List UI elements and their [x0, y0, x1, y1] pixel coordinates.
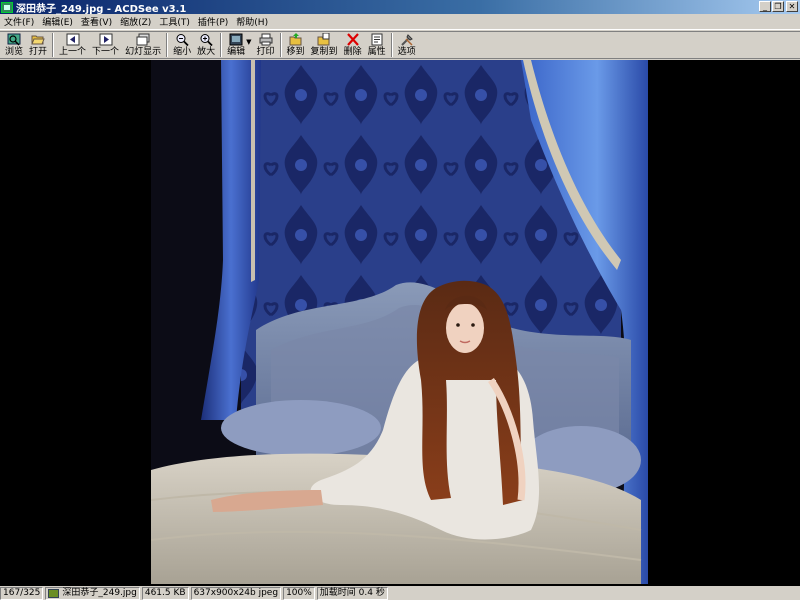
options-button[interactable]: 选项 [395, 32, 419, 58]
open-button[interactable]: 打开 [26, 32, 50, 58]
close-button[interactable]: ✕ [786, 1, 798, 12]
status-bar: 167/325 深田恭子_249.jpg 461.5 KB 637x900x24… [0, 586, 800, 600]
printer-icon [259, 33, 273, 46]
next-button[interactable]: 下一个 [89, 32, 122, 58]
browse-button[interactable]: 浏览 [2, 32, 26, 58]
edit-button[interactable]: 编辑 [224, 32, 248, 58]
minimize-button[interactable]: _ [759, 1, 771, 12]
status-position: 167/325 [0, 586, 44, 600]
edit-image-icon [229, 33, 243, 46]
copy-to-icon [317, 33, 330, 46]
next-label: 下一个 [92, 47, 120, 57]
status-filename-cell: 深田恭子_249.jpg [45, 586, 140, 600]
move-to-label: 移到 [286, 47, 305, 57]
properties-button[interactable]: 属性 [365, 32, 389, 58]
toolbar: 浏览 打开 上一个 下一个 幻灯显示 缩小 放大 编辑 ▼ 打印 移到 复制到 … [0, 31, 800, 59]
next-icon [99, 33, 113, 46]
menu-file[interactable]: 文件(F) [0, 15, 38, 28]
delete-button[interactable]: 删除 [341, 32, 365, 58]
acdsee-window: 深田恭子_249.jpg - ACDSee v3.1 _ ❐ ✕ 文件(F) 编… [0, 0, 800, 600]
browse-icon [7, 33, 21, 46]
slideshow-label: 幻灯显示 [125, 47, 162, 57]
print-label: 打印 [256, 47, 275, 57]
displayed-photo [151, 60, 648, 584]
edit-label: 编辑 [227, 47, 246, 57]
image-viewer[interactable] [0, 60, 800, 586]
previous-button[interactable]: 上一个 [56, 32, 89, 58]
previous-icon [66, 33, 80, 46]
slideshow-button[interactable]: 幻灯显示 [122, 32, 164, 58]
window-title: 深田恭子_249.jpg - ACDSee v3.1 [16, 3, 187, 15]
zoom-in-button[interactable]: 放大 [194, 32, 218, 58]
edit-dropdown-arrow-icon[interactable]: ▼ [246, 38, 251, 46]
status-zoom: 100% [283, 586, 315, 600]
window-controls: _ ❐ ✕ [758, 1, 798, 12]
delete-icon [346, 33, 359, 46]
toolbar-separator [166, 33, 169, 57]
menu-plugins[interactable]: 插件(P) [194, 15, 232, 28]
options-label: 选项 [397, 47, 416, 57]
menu-tools[interactable]: 工具(T) [155, 15, 194, 28]
copy-to-label: 复制到 [310, 47, 338, 57]
browse-label: 浏览 [5, 47, 24, 57]
properties-icon [371, 33, 383, 46]
folder-open-icon [31, 35, 45, 45]
menu-bar: 文件(F) 编辑(E) 查看(V) 缩放(Z) 工具(T) 插件(P) 帮助(H… [0, 14, 800, 30]
zoom-out-icon [176, 34, 189, 46]
previous-label: 上一个 [59, 47, 87, 57]
zoom-in-label: 放大 [197, 47, 216, 57]
menu-edit[interactable]: 编辑(E) [38, 15, 77, 28]
delete-label: 删除 [343, 47, 362, 57]
toolbar-separator [279, 33, 282, 57]
menu-zoom[interactable]: 缩放(Z) [116, 15, 155, 28]
open-label: 打开 [29, 47, 48, 57]
status-dimensions: 637x900x24b jpeg [190, 586, 282, 600]
toolbar-separator [220, 33, 223, 57]
options-tools-icon [400, 34, 413, 46]
title-bar[interactable]: 深田恭子_249.jpg - ACDSee v3.1 _ ❐ ✕ [0, 0, 800, 15]
move-to-button[interactable]: 移到 [284, 32, 308, 58]
photo-illustration [151, 60, 648, 584]
slideshow-icon [136, 33, 150, 46]
print-button[interactable]: 打印 [254, 32, 278, 58]
toolbar-separator [390, 33, 393, 57]
restore-button[interactable]: ❐ [772, 1, 784, 12]
toolbar-separator [52, 33, 55, 57]
menu-view[interactable]: 查看(V) [77, 15, 116, 28]
jpeg-file-icon [48, 588, 60, 598]
app-icon[interactable] [1, 1, 13, 13]
properties-label: 属性 [367, 47, 386, 57]
copy-to-button[interactable]: 复制到 [308, 32, 341, 58]
menu-help[interactable]: 帮助(H) [232, 15, 272, 28]
status-filename: 深田恭子_249.jpg [62, 587, 137, 598]
move-to-icon [289, 33, 302, 46]
zoom-in-icon [200, 34, 213, 46]
zoom-out-button[interactable]: 缩小 [170, 32, 194, 58]
status-load-time: 加载时间 0.4 秒 [316, 586, 388, 600]
status-filesize: 461.5 KB [141, 586, 189, 600]
zoom-out-label: 缩小 [173, 47, 192, 57]
